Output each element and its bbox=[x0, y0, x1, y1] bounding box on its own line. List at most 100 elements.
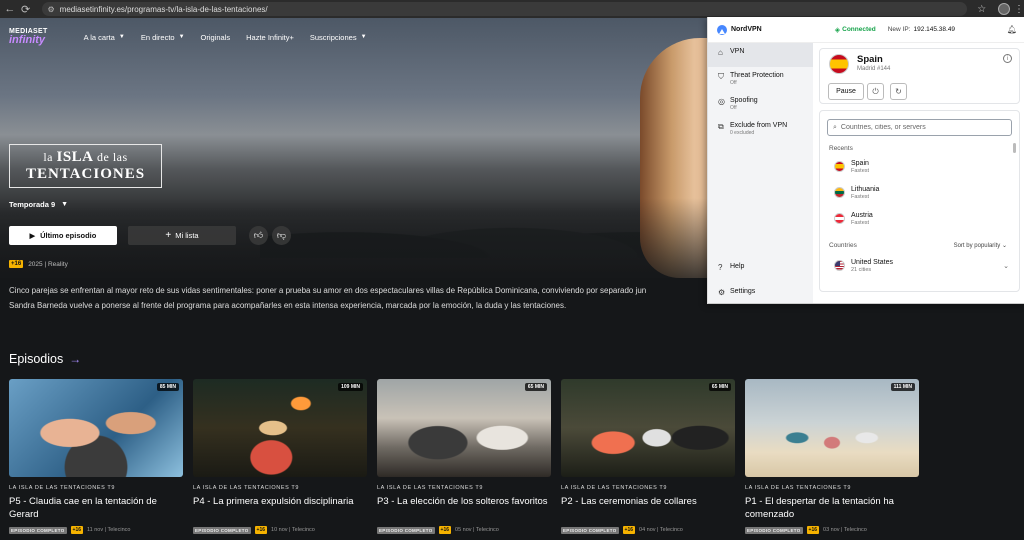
shield-icon: ⛉ bbox=[718, 72, 724, 81]
mediaset-infinity-logo[interactable]: MEDIASET infinity bbox=[9, 28, 48, 46]
chevron-down-icon: ▼ bbox=[360, 34, 367, 40]
site-info-icon[interactable]: ⚙ bbox=[48, 5, 55, 14]
age-rating-badge: +16 bbox=[622, 526, 636, 534]
duration-badge: 85 MIN bbox=[156, 383, 179, 391]
main-nav: A la carta ▼ En directo ▼ Originals Hazte … bbox=[84, 33, 383, 42]
duration-badge: 65 MIN bbox=[708, 383, 731, 391]
countries-label: Countries bbox=[829, 242, 857, 249]
browser-menu-icon[interactable]: ⋮ bbox=[1014, 4, 1024, 15]
current-country: Spain bbox=[857, 54, 883, 65]
full-episode-tag: EPISODIO COMPLETO bbox=[193, 526, 251, 534]
thumbs-up-icon[interactable]: 👍︎ bbox=[249, 226, 268, 245]
current-location-card: Spain Madrid #144 i Pause ⏻ ↻ bbox=[819, 48, 1020, 104]
episode-title[interactable]: P2 - Las ceremonias de collares bbox=[561, 496, 735, 522]
sidebar-item-threat-protection[interactable]: ⛉ Threat Protection Off bbox=[708, 67, 813, 92]
sidebar-item-vpn[interactable]: ⌂ VPN bbox=[708, 43, 813, 67]
recent-item-austria[interactable]: Austria Fastest bbox=[834, 212, 873, 226]
info-icon[interactable]: i bbox=[1003, 54, 1012, 63]
show-meta: +16 2025 | Reality bbox=[9, 260, 68, 268]
country-item-united-states[interactable]: United States 21 cities bbox=[834, 259, 893, 273]
duration-badge: 109 MIN bbox=[338, 383, 363, 391]
profile-avatar-icon[interactable] bbox=[998, 3, 1010, 15]
chevron-down-icon[interactable]: ⌄ bbox=[1003, 262, 1009, 270]
nav-a-la-carta[interactable]: A la carta ▼ bbox=[84, 33, 125, 42]
duration-badge: 65 MIN bbox=[524, 383, 547, 391]
recents-label: Recents bbox=[829, 145, 853, 152]
nav-suscripciones[interactable]: Suscripciones ▼ bbox=[310, 33, 367, 42]
address-bar[interactable]: ⚙ mediasetinfinity.es/programas-tv/la-is… bbox=[41, 2, 968, 16]
episodes-heading[interactable]: Episodios → bbox=[9, 352, 81, 366]
season-dropdown[interactable]: Temporada 9 ▼ bbox=[9, 200, 68, 209]
episode-thumbnail[interactable]: 65 MIN bbox=[561, 379, 735, 477]
thumbs-down-icon[interactable]: 👎︎ bbox=[272, 226, 291, 245]
reconnect-icon[interactable]: ↻ bbox=[890, 83, 907, 100]
latest-episode-button[interactable]: ▶ Último episodio bbox=[9, 226, 117, 245]
ip-address: 192.145.38.49 bbox=[913, 26, 956, 33]
recent-item-spain[interactable]: Spain Fastest bbox=[834, 160, 869, 174]
full-episode-tag: EPISODIO COMPLETO bbox=[9, 526, 67, 534]
connection-status: ◈ Connected bbox=[834, 26, 876, 34]
sort-dropdown[interactable]: Sort by popularity ⌄ bbox=[954, 242, 1007, 249]
current-server: Madrid #144 bbox=[857, 66, 891, 72]
bookmark-star-icon[interactable]: ☆ bbox=[977, 4, 986, 15]
age-rating-badge: +16 bbox=[254, 526, 268, 534]
recent-item-lithuania[interactable]: Lithuania Fastest bbox=[834, 186, 879, 200]
pause-button[interactable]: Pause bbox=[828, 83, 864, 100]
chevron-down-icon: ▼ bbox=[118, 34, 125, 40]
flag-austria-icon bbox=[834, 213, 845, 224]
gear-icon: ⚙ bbox=[718, 288, 726, 297]
episode-card[interactable]: 65 MIN LA ISLA DE LAS TENTACIONES T9 P2 … bbox=[561, 379, 735, 534]
episode-title[interactable]: P4 - La primera expulsión disciplinaria bbox=[193, 496, 367, 522]
flag-spain-icon bbox=[834, 161, 845, 172]
split-tunnel-icon: ⧉ bbox=[718, 122, 724, 131]
age-rating-badge: +16 bbox=[9, 260, 24, 268]
episode-thumbnail[interactable]: 111 MIN bbox=[745, 379, 919, 477]
sidebar-item-spoofing[interactable]: ◎ Spoofing Off bbox=[708, 92, 813, 117]
nordvpn-logo: NordVPN bbox=[717, 24, 762, 35]
nav-hazte-infinity[interactable]: Hazte Infinity+ bbox=[246, 33, 294, 42]
episode-thumbnail[interactable]: 65 MIN bbox=[377, 379, 551, 477]
episode-title[interactable]: P5 - Claudia cae en la tentación de Gera… bbox=[9, 496, 183, 522]
sidebar-item-settings[interactable]: ⚙ Settings bbox=[708, 283, 813, 308]
play-icon: ▶ bbox=[29, 232, 36, 240]
flag-lithuania-icon bbox=[834, 187, 845, 198]
my-list-button[interactable]: + Mi lista bbox=[128, 226, 236, 245]
server-search[interactable]: ⌕ bbox=[827, 119, 1012, 136]
browser-toolbar: ← ⟳ ⚙ mediasetinfinity.es/programas-tv/l… bbox=[0, 0, 1024, 18]
shield-check-icon: ◈ bbox=[834, 26, 841, 34]
sidebar-item-exclude[interactable]: ⧉ Exclude from VPN 0 excluded bbox=[708, 117, 813, 142]
flag-united-states-icon bbox=[834, 260, 845, 271]
full-episode-tag: EPISODIO COMPLETO bbox=[377, 526, 435, 534]
full-episode-tag: EPISODIO COMPLETO bbox=[745, 526, 803, 534]
server-search-input[interactable] bbox=[840, 124, 1001, 131]
nordvpn-mountain-icon bbox=[717, 24, 727, 35]
sidebar-item-help[interactable]: ? Help bbox=[708, 258, 813, 283]
server-list-card: ⌕ Recents SpainFastest LithuaniaFastest … bbox=[819, 110, 1020, 292]
episode-card[interactable]: 109 MIN LA ISLA DE LAS TENTACIONES T9 P4… bbox=[193, 379, 367, 534]
nav-en-directo[interactable]: En directo ▼ bbox=[141, 33, 185, 42]
full-episode-tag: EPISODIO COMPLETO bbox=[561, 526, 619, 534]
chevron-down-icon: ▼ bbox=[61, 201, 69, 208]
spoofing-icon: ◎ bbox=[718, 97, 725, 106]
search-icon: ⌕ bbox=[833, 123, 837, 131]
url-text: mediasetinfinity.es/programas-tv/la-isla… bbox=[59, 4, 268, 14]
episode-card[interactable]: 85 MIN LA ISLA DE LAS TENTACIONES T9 P5 … bbox=[9, 379, 183, 534]
nav-originals[interactable]: Originals bbox=[201, 33, 231, 42]
vpn-sidebar: ⌂ VPN ⛉ Threat Protection Off ◎ Spoofing O… bbox=[708, 43, 813, 303]
show-title-logo: la ISLA de las TENTACIONES bbox=[9, 144, 162, 188]
episode-thumbnail[interactable]: 109 MIN bbox=[193, 379, 367, 477]
age-rating-badge: +16 bbox=[70, 526, 84, 534]
episode-card[interactable]: 65 MIN LA ISLA DE LAS TENTACIONES T9 P3 … bbox=[377, 379, 551, 534]
bell-icon[interactable]: 🔔︎ bbox=[1007, 25, 1017, 34]
disconnect-power-icon[interactable]: ⏻ bbox=[867, 83, 884, 100]
episode-title[interactable]: P1 - El despertar de la tentación ha com… bbox=[745, 496, 919, 522]
episode-thumbnail[interactable]: 85 MIN bbox=[9, 379, 183, 477]
scrollbar[interactable] bbox=[1013, 143, 1016, 153]
episode-card[interactable]: 111 MIN LA ISLA DE LAS TENTACIONES T9 P1… bbox=[745, 379, 919, 534]
reload-icon[interactable]: ⟳ bbox=[20, 3, 32, 16]
episode-title[interactable]: P3 - La elección de los solteros favorit… bbox=[377, 496, 551, 522]
home-icon: ⌂ bbox=[718, 48, 723, 57]
chevron-down-icon: ▼ bbox=[178, 34, 185, 40]
age-rating-badge: +16 bbox=[806, 526, 820, 534]
back-icon[interactable]: ← bbox=[4, 3, 16, 15]
